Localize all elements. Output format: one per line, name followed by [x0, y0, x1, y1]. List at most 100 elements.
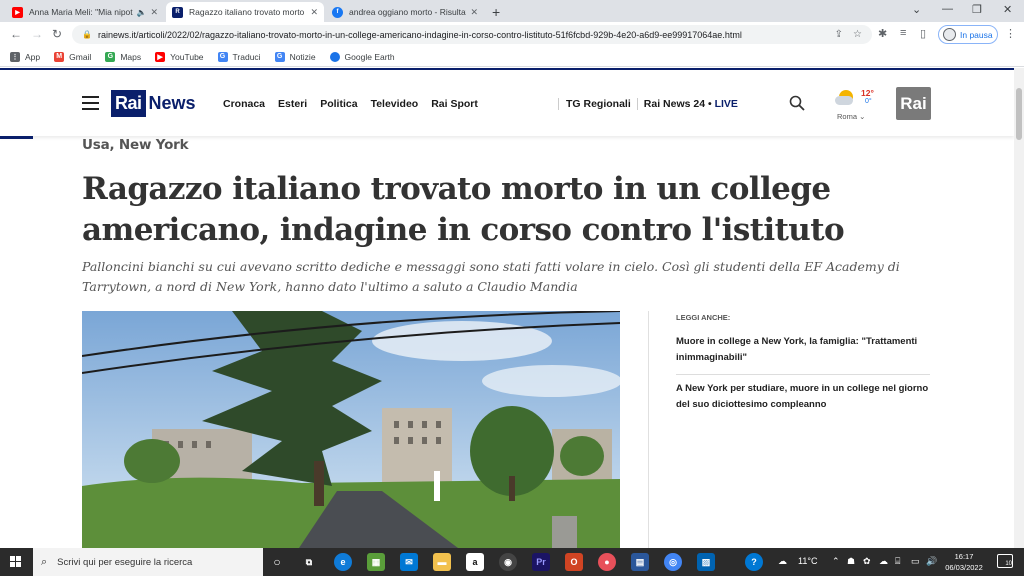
tab-rainews[interactable]: R Ragazzo italiano trovato morto i... ✕: [166, 2, 324, 22]
bookmark-app[interactable]: ⋮ App: [10, 51, 40, 62]
tray-chevron-icon[interactable]: ⌃: [832, 556, 840, 567]
document-icon[interactable]: ▤: [631, 553, 649, 571]
weather-widget[interactable]: 12° 0° Roma ⌄: [835, 88, 885, 122]
reading-list-icon[interactable]: ≡: [900, 27, 906, 39]
profile-button[interactable]: In pausa: [938, 25, 998, 44]
battery-icon[interactable]: ▭: [911, 556, 920, 567]
task-view-icon[interactable]: ⧉: [300, 553, 318, 571]
scrollbar-thumb[interactable]: [1016, 88, 1022, 140]
college-photo: [82, 311, 620, 548]
share-icon[interactable]: ⇪: [835, 29, 843, 40]
article-photo[interactable]: [82, 311, 620, 548]
bookmark-maps[interactable]: G Maps: [105, 51, 141, 62]
column-divider: [648, 311, 649, 548]
bookmark-google-earth[interactable]: Google Earth: [329, 51, 395, 62]
close-icon[interactable]: ✕: [310, 7, 318, 18]
url-text[interactable]: rainews.it/articoli/2022/02/ragazzo-ital…: [98, 30, 835, 40]
speaker-icon[interactable]: 🔈: [136, 8, 146, 17]
youtube-icon: ▶: [12, 6, 23, 18]
nav-televideo[interactable]: Televideo: [371, 98, 419, 110]
cloud-icon: [835, 96, 853, 105]
lock-icon[interactable]: 🔒: [82, 30, 92, 39]
menu-kebab-icon[interactable]: ⋮: [1005, 27, 1016, 40]
windows-taskbar: ⌕ Scrivi qui per eseguire la ricerca ○ ⧉…: [0, 548, 1024, 576]
notifications-icon[interactable]: 10: [997, 554, 1013, 568]
photos-icon[interactable]: ▨: [697, 553, 715, 571]
tab-title: Anna Maria Meli: "Mia nipote...: [29, 7, 134, 17]
bookmark-label: Notizie: [289, 51, 316, 62]
premiere-icon[interactable]: Pr: [532, 553, 550, 571]
nav-esteri[interactable]: Esteri: [278, 98, 307, 110]
live-label: LIVE: [714, 98, 738, 110]
tray-app-icon[interactable]: ☗: [847, 556, 855, 567]
read-also-label: LEGGI ANCHE:: [676, 313, 731, 322]
reading-progress-bar: [0, 136, 33, 139]
side-panel-icon[interactable]: ▯: [920, 27, 926, 40]
office-icon[interactable]: O: [565, 553, 583, 571]
store-icon[interactable]: ▦: [367, 553, 385, 571]
temp-min: 0°: [865, 98, 872, 105]
close-icon[interactable]: ✕: [150, 7, 158, 18]
bookmark-youtube[interactable]: ▶ YouTube: [155, 51, 204, 62]
close-icon[interactable]: ✕: [470, 7, 478, 18]
minimize-button[interactable]: —: [942, 3, 953, 15]
avatar: [943, 28, 956, 41]
help-icon[interactable]: ?: [745, 553, 763, 571]
network-icon[interactable]: ⌸: [895, 556, 900, 567]
nav-rai-news-24[interactable]: Rai News 24 • LIVE: [644, 98, 738, 110]
logo-news: News: [148, 92, 196, 113]
address-bar[interactable]: 🔒 rainews.it/articoli/2022/02/ragazzo-it…: [72, 25, 872, 44]
nav-cronaca[interactable]: Cronaca: [223, 98, 265, 110]
nav-tg-regionali[interactable]: TG Regionali: [566, 98, 631, 110]
file-explorer-icon[interactable]: ▬: [433, 553, 451, 571]
weather-city[interactable]: Roma ⌄: [837, 112, 865, 121]
article-kicker[interactable]: Usa, New York: [82, 137, 189, 153]
hamburger-menu-icon[interactable]: [82, 96, 99, 110]
nav-separator: [636, 98, 638, 110]
chrome-icon[interactable]: ◎: [664, 553, 682, 571]
nav-rai-sport[interactable]: Rai Sport: [431, 98, 478, 110]
rai-logo[interactable]: Rai: [896, 87, 931, 120]
tab-facebook[interactable]: f andrea oggiano morto - Risultati... ✕: [326, 2, 484, 22]
cortana-icon[interactable]: ○: [268, 553, 286, 571]
bookmark-traduci[interactable]: G Traduci: [217, 51, 261, 62]
rainews-logo[interactable]: Rai News: [111, 87, 196, 119]
weather-tray-icon[interactable]: ☁: [778, 556, 787, 567]
tab-youtube[interactable]: ▶ Anna Maria Meli: "Mia nipote... 🔈 ✕: [6, 2, 164, 22]
logo-rai: Rai: [111, 89, 146, 117]
edge-icon[interactable]: e: [334, 553, 352, 571]
tray-temperature[interactable]: 11°C: [798, 556, 817, 566]
windows-start-icon[interactable]: [10, 556, 22, 568]
mail-icon[interactable]: ✉: [400, 553, 418, 571]
maximize-button[interactable]: ❐: [972, 3, 982, 16]
bookmark-gmail[interactable]: M Gmail: [54, 51, 91, 62]
paint-icon[interactable]: ●: [598, 553, 616, 571]
youtube-icon: ▶: [155, 51, 166, 62]
bookmark-notizie[interactable]: G Notizie: [274, 51, 316, 62]
search-icon[interactable]: [789, 95, 805, 111]
volume-icon[interactable]: 🔊: [926, 556, 937, 567]
web-page: Rai News Cronaca Esteri Politica Televid…: [0, 68, 1014, 548]
audible-icon[interactable]: ◉: [499, 553, 517, 571]
forward-icon[interactable]: →: [31, 27, 43, 41]
browser-toolbar: ← → ↻ 🔒 rainews.it/articoli/2022/02/raga…: [0, 22, 1024, 47]
reload-icon[interactable]: ↻: [52, 27, 62, 41]
nav-news24-label: Rai News 24 •: [643, 98, 712, 110]
bookmark-star-icon[interactable]: ☆: [853, 29, 862, 40]
tray-app-icon-2[interactable]: ✿: [863, 556, 871, 567]
new-tab-button[interactable]: +: [492, 4, 500, 20]
extensions-icon[interactable]: ✱: [878, 27, 887, 40]
close-window-button[interactable]: ✕: [1003, 3, 1012, 16]
clock[interactable]: 16:17 06/03/2022: [940, 551, 988, 573]
amazon-icon[interactable]: a: [466, 553, 484, 571]
read-also-link[interactable]: A New York per studiare, muore in un col…: [676, 381, 930, 421]
read-also-box: LEGGI ANCHE: Muore in college a New York…: [676, 313, 930, 427]
read-also-link[interactable]: Muore in college a New York, la famiglia…: [676, 334, 930, 375]
page-scrollbar[interactable]: [1014, 68, 1024, 548]
nav-politica[interactable]: Politica: [320, 98, 357, 110]
back-icon[interactable]: ←: [10, 27, 22, 41]
clock-date: 06/03/2022: [945, 563, 983, 572]
tab-search-icon[interactable]: ⌄: [912, 3, 921, 16]
taskbar-search[interactable]: ⌕ Scrivi qui per eseguire la ricerca: [33, 548, 263, 576]
onedrive-icon[interactable]: ☁: [879, 556, 888, 567]
